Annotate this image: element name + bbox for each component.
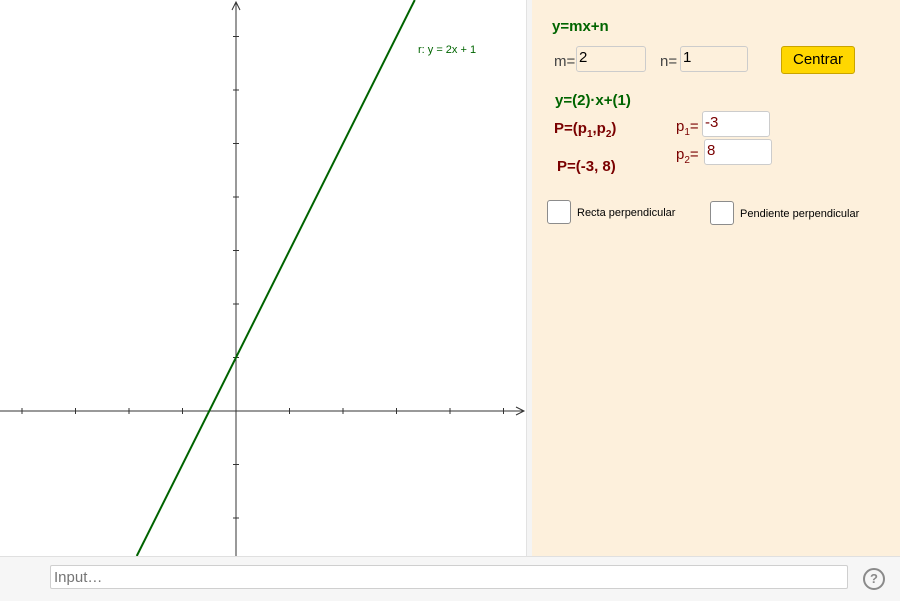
p1-input[interactable]: -3 [702,111,770,137]
m-input[interactable]: 2 [576,46,646,72]
help-icon[interactable]: ? [863,568,885,590]
point-def-prefix: P=(p [554,120,587,137]
graphics-canvas[interactable]: r: y = 2x + 1 P [0,0,526,556]
m-label: m= [554,53,576,70]
input-bar: ? [0,556,900,601]
algebra-input[interactable] [50,565,848,589]
point-def-mid: ,p [592,120,606,137]
perpendicular-line-label[interactable]: Recta perpendicular [577,207,675,219]
equation-text: y=(2)·x+(1) [555,92,631,109]
center-button[interactable]: Centrar [781,46,855,74]
heading-equation-form: y=mx+n [552,18,609,35]
point-value-text: P=(-3, 8) [557,158,616,175]
perpendicular-line-checkbox[interactable] [547,200,571,224]
perpendicular-slope-label[interactable]: Pendiente perpendicular [740,208,859,220]
axes [0,0,526,556]
line-r[interactable] [135,0,416,556]
p1-label-eq: = [689,118,699,135]
p2-label: p2= [676,146,699,166]
control-panel: y=mx+n m= 2 n= 1 Centrar y=(2)·x+(1) P=(… [532,0,900,556]
point-def-suffix: ) [611,120,617,137]
p1-label: p1= [676,118,699,138]
line-r-label: r: y = 2x + 1 [418,44,476,56]
p2-label-eq: = [689,146,699,163]
graphics-view[interactable]: r: y = 2x + 1 P [0,0,526,556]
p2-input[interactable]: 8 [704,139,772,165]
perpendicular-slope-checkbox[interactable] [710,201,734,225]
n-input[interactable]: 1 [680,46,748,72]
point-definition: P=(p1,p2) [554,120,616,140]
n-label: n= [660,53,678,70]
